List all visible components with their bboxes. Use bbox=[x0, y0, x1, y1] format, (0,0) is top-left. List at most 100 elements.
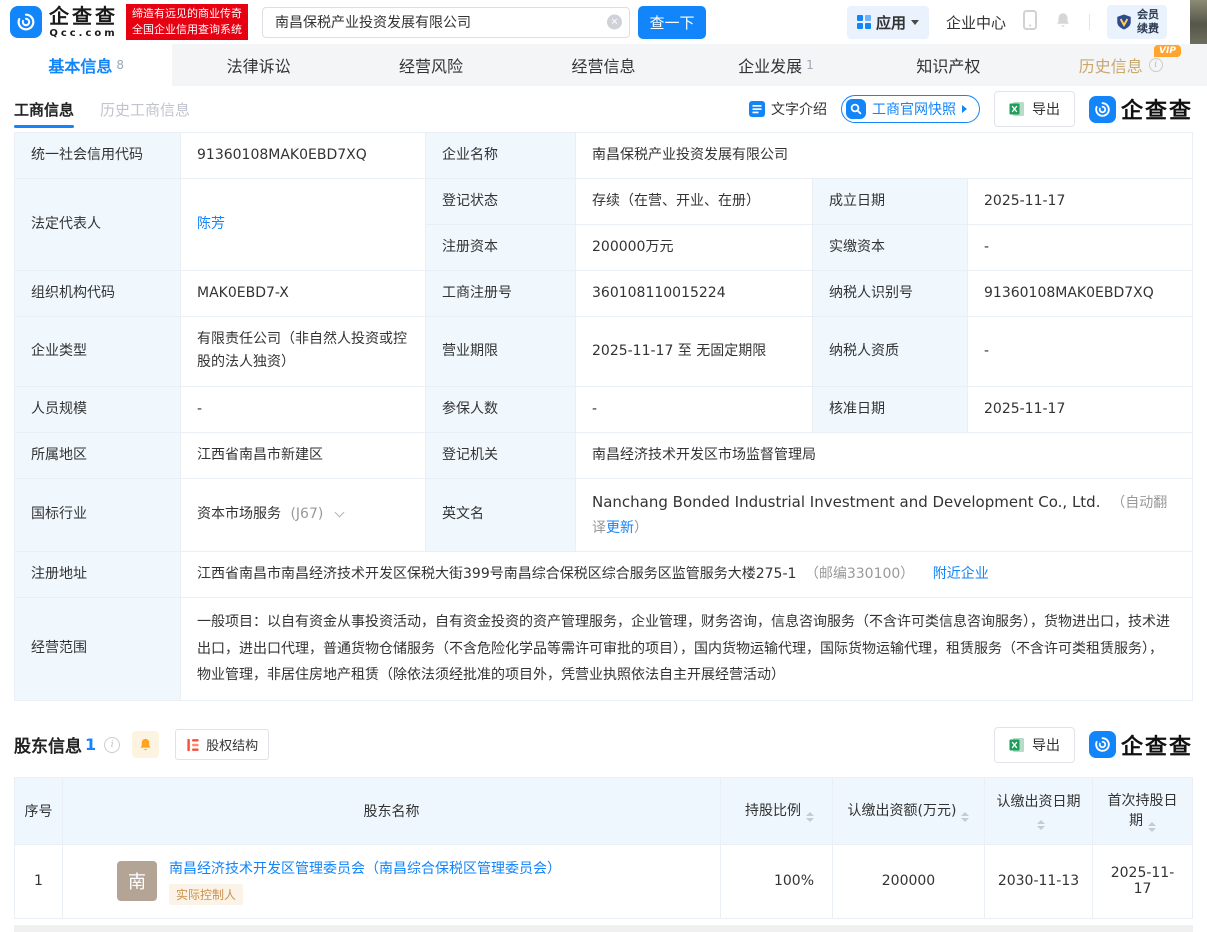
translate-update-link[interactable]: 更新 bbox=[606, 520, 634, 536]
legal-rep-value: 陈芳 bbox=[180, 178, 426, 272]
notification-bell-icon[interactable] bbox=[1054, 11, 1072, 33]
info-icon: i bbox=[104, 736, 121, 753]
reg-capital-label: 注册资本 bbox=[425, 224, 576, 272]
tab-history-info[interactable]: VIP 历史信息 i bbox=[1035, 44, 1207, 86]
reg-capital-value: 200000万元 bbox=[575, 224, 813, 272]
first-date-value: 2025-11-17 bbox=[1092, 843, 1193, 919]
org-code-value: MAK0EBD7-X bbox=[180, 270, 426, 318]
search-button[interactable]: 查一下 bbox=[638, 5, 706, 39]
tab-intellectual-property[interactable]: 知识产权 bbox=[862, 44, 1034, 86]
sort-icon[interactable] bbox=[1037, 820, 1045, 831]
amount-value: 200000 bbox=[832, 843, 985, 919]
chevron-down-icon bbox=[910, 19, 919, 25]
col-index: 序号 bbox=[14, 776, 63, 845]
qcc-watermark-icon bbox=[1088, 731, 1116, 759]
registry-value: 南昌经济技术开发区市场监督管理局 bbox=[575, 431, 1193, 479]
taxpayer-quality-value: - bbox=[967, 316, 1193, 387]
equity-structure-button[interactable]: 股权结构 bbox=[175, 729, 270, 761]
page-content: 工商信息 历史工商信息 文字介绍 工商官网快照 导出 企查查 统一社会信用代码 … bbox=[0, 86, 1207, 932]
legal-rep-link[interactable]: 陈芳 bbox=[197, 216, 225, 232]
scope-value: 一般项目：以自有资金从事投资活动，自有资金投资的资产管理服务，企业管理，财务咨询… bbox=[180, 597, 1193, 701]
nearby-companies-link[interactable]: 附近企业 bbox=[933, 566, 989, 582]
business-term-value: 2025-11-17 至 无固定期限 bbox=[575, 316, 813, 387]
main-tab-bar: 基本信息 8 法律诉讼 经营风险 经营信息 企业发展 1 知识产权 VIP 历史… bbox=[0, 44, 1207, 86]
staff-size-label: 人员规模 bbox=[14, 385, 181, 433]
export-button[interactable]: 导出 bbox=[993, 726, 1075, 763]
business-info-table: 统一社会信用代码 91360108MAK0EBD7XQ 企业名称 南昌保税产业投… bbox=[14, 131, 1193, 701]
enterprise-center-link[interactable]: 企业中心 bbox=[946, 12, 1006, 33]
user-avatar[interactable] bbox=[1190, 0, 1207, 44]
search-input[interactable] bbox=[262, 6, 630, 38]
shareholders-table-header: 序号 股东名称 持股比例 认缴出资额(万元) 认缴出资日期 首次持股日期 bbox=[14, 776, 1193, 845]
insured-value: - bbox=[575, 385, 813, 433]
sort-icon[interactable] bbox=[961, 811, 970, 822]
col-subscribed-date: 认缴出资日期 bbox=[984, 776, 1093, 845]
col-ratio: 持股比例 bbox=[720, 776, 833, 845]
ratio-value: 100% bbox=[720, 843, 833, 919]
equity-tree-icon bbox=[187, 738, 199, 751]
apps-grid-icon bbox=[856, 15, 871, 29]
clear-search-icon[interactable]: ✕ bbox=[607, 14, 622, 30]
vip-renew-button[interactable]: 会员 续费 bbox=[1107, 4, 1167, 40]
actual-controller-tag: 实际控制人 bbox=[169, 883, 244, 905]
sort-icon[interactable] bbox=[806, 811, 814, 822]
legal-rep-label: 法定代表人 bbox=[14, 178, 181, 272]
info-icon: i bbox=[1148, 58, 1163, 72]
text-intro-button[interactable]: 文字介绍 bbox=[748, 99, 827, 119]
brand-cn: 企查查 bbox=[49, 3, 118, 28]
table-row: 1 南 南昌经济技术开发区管理委员会（南昌综合保税区管理委员会） 实际控制人 1… bbox=[14, 843, 1193, 919]
sort-icon[interactable] bbox=[1148, 821, 1156, 832]
address-label: 注册地址 bbox=[14, 550, 181, 599]
subscribe-date-value: 2030-11-13 bbox=[984, 843, 1093, 919]
english-name-label: 英文名 bbox=[425, 477, 576, 552]
monitor-bell-button[interactable] bbox=[132, 731, 160, 759]
tab-count: 8 bbox=[116, 58, 125, 72]
shareholder-cell: 南 南昌经济技术开发区管理委员会（南昌综合保税区管理委员会） 实际控制人 bbox=[62, 843, 721, 919]
approval-date-label: 核准日期 bbox=[812, 385, 968, 433]
established-value: 2025-11-17 bbox=[967, 178, 1193, 226]
brand-name[interactable]: 企查查 Qcc.com bbox=[49, 6, 118, 39]
tab-basic-info[interactable]: 基本信息 8 bbox=[0, 44, 173, 86]
mobile-app-icon[interactable] bbox=[1023, 10, 1037, 34]
status-value: 存续（在营、开业、在册） bbox=[575, 178, 813, 226]
qcc-watermark-icon bbox=[1088, 95, 1116, 123]
qcc-logo-icon[interactable] bbox=[10, 6, 42, 38]
industry-value: 资本市场服务 (J67) bbox=[180, 477, 426, 552]
credit-code-value: 91360108MAK0EBD7XQ bbox=[180, 131, 426, 180]
row-index: 1 bbox=[14, 843, 63, 919]
subtab-toolbar: 工商信息 历史工商信息 文字介绍 工商官网快照 导出 企查查 bbox=[14, 86, 1193, 132]
col-shareholder-name: 股东名称 bbox=[62, 776, 721, 845]
shareholder-name-link[interactable]: 南昌经济技术开发区管理委员会（南昌综合保税区管理委员会） bbox=[169, 861, 561, 877]
company-type-value: 有限责任公司（非自然人投资或控股的法人独资） bbox=[180, 316, 426, 387]
address-value: 江西省南昌市南昌经济技术开发区保税大街399号南昌综合保税区综合服务区监管服务大… bbox=[180, 550, 1193, 599]
company-name-label: 企业名称 bbox=[425, 131, 576, 180]
reg-no-value: 360108110015224 bbox=[575, 270, 813, 318]
tab-operation-risk[interactable]: 经营风险 bbox=[345, 44, 517, 86]
official-snapshot-button[interactable]: 工商官网快照 bbox=[840, 95, 980, 123]
snapshot-icon bbox=[845, 99, 866, 119]
taxpayer-quality-label: 纳税人资质 bbox=[812, 316, 968, 387]
tab-legal-cases[interactable]: 法律诉讼 bbox=[172, 44, 344, 86]
region-label: 所属地区 bbox=[14, 431, 181, 479]
subtab-business-registration[interactable]: 工商信息 bbox=[14, 86, 75, 132]
company-type-label: 企业类型 bbox=[14, 316, 181, 387]
taxpayer-id-label: 纳税人识别号 bbox=[812, 270, 968, 318]
export-button[interactable]: 导出 bbox=[993, 91, 1075, 127]
industry-code: (J67) bbox=[290, 506, 324, 523]
region-value: 江西省南昌市新建区 bbox=[180, 431, 426, 479]
paid-capital-label: 实缴资本 bbox=[812, 224, 968, 272]
brand-slogan: 缔造有远见的商业传奇 全国企业信用查询系统 bbox=[126, 4, 248, 40]
chevron-down-icon[interactable] bbox=[334, 507, 345, 518]
brand-en: Qcc.com bbox=[49, 27, 118, 39]
tab-operation-info[interactable]: 经营信息 bbox=[517, 44, 689, 86]
apps-menu[interactable]: 应用 bbox=[846, 5, 929, 39]
tab-company-development[interactable]: 企业发展 1 bbox=[690, 44, 862, 86]
shareholders-section-header: 股东信息 1 i 股权结构 导出 企查查 bbox=[14, 726, 1193, 763]
vip-badge: VIP bbox=[1154, 45, 1181, 57]
english-name-value: Nanchang Bonded Industrial Investment an… bbox=[575, 477, 1193, 552]
caret-right-icon bbox=[961, 105, 967, 113]
qcc-watermark: 企查查 bbox=[1088, 93, 1193, 125]
registry-label: 登记机关 bbox=[425, 431, 576, 479]
staff-size-value: - bbox=[180, 385, 426, 433]
subtab-history-registration[interactable]: 历史工商信息 bbox=[100, 86, 190, 132]
